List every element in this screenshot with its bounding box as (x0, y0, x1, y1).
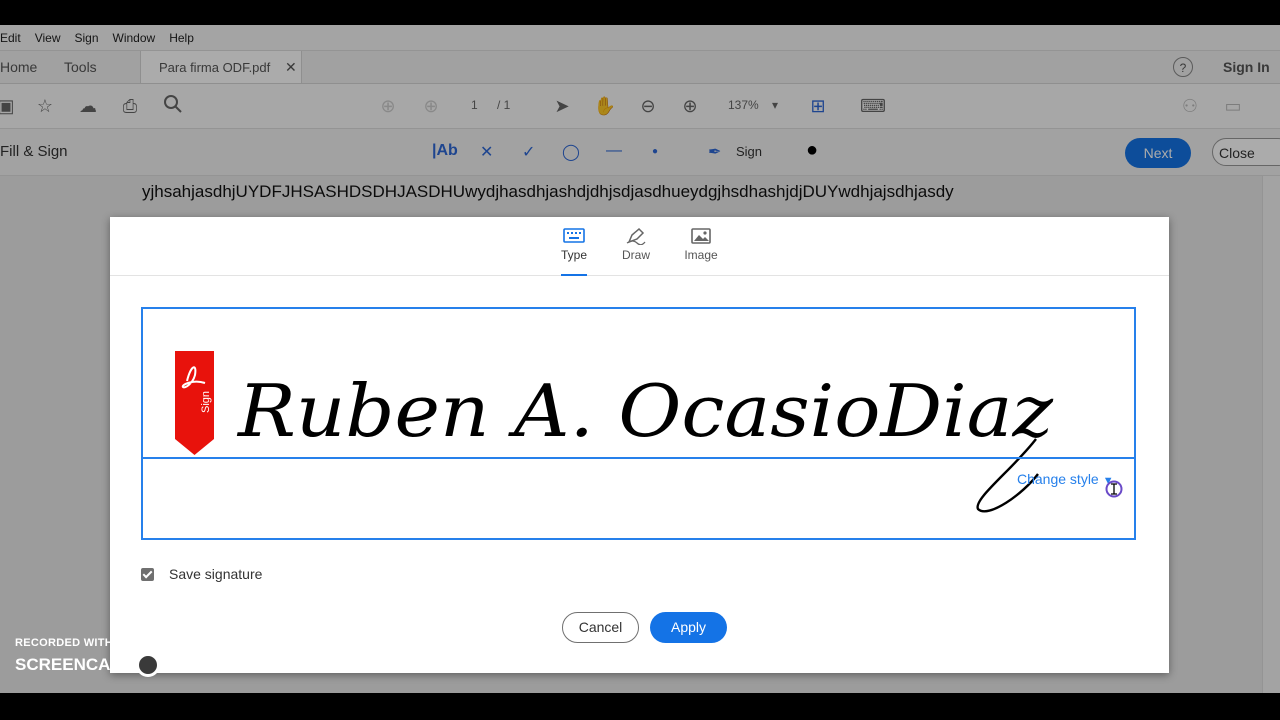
change-style-link[interactable]: Change style ▼ (1017, 471, 1114, 487)
save-signature-label: Save signature (169, 566, 263, 582)
watermark-line2: SCREENCAST MATIC (15, 653, 217, 677)
signature-text: Ruben A. OcasioDiaz (236, 369, 1054, 453)
signature-mode-tabs: Type Draw Image (110, 217, 1169, 276)
tab-type[interactable]: Type (544, 227, 604, 276)
tab-image[interactable]: Image (671, 227, 731, 262)
tab-draw-label: Draw (621, 248, 650, 262)
apply-button[interactable]: Apply (650, 612, 727, 643)
cancel-button[interactable]: Cancel (562, 612, 639, 643)
typed-signature[interactable]: Ruben A. OcasioDiaz (143, 309, 1138, 542)
screencast-watermark: RECORDED WITH SCREENCAST MATIC (15, 637, 217, 677)
signature-dialog: Type Draw Image Sign Ruben A. OcasioDiaz… (110, 217, 1169, 673)
signature-baseline (143, 457, 1134, 459)
keyboard-icon (563, 228, 585, 243)
change-style-label: Change style (1017, 471, 1099, 487)
active-tab-indicator (561, 274, 587, 276)
text-cursor-icon (1105, 480, 1123, 498)
tab-image-label: Image (684, 248, 718, 262)
screencast-logo-icon (136, 653, 161, 677)
watermark-brand-b: MATIC (164, 655, 217, 674)
save-signature-checkbox[interactable] (141, 567, 154, 581)
save-signature-row[interactable]: Save signature (141, 566, 262, 582)
tab-draw[interactable]: Draw (606, 227, 666, 262)
watermark-brand-a: SCREENCAST (15, 655, 133, 674)
signature-input-box[interactable]: Sign Ruben A. OcasioDiaz Change style ▼ (141, 307, 1136, 540)
watermark-line1: RECORDED WITH (15, 637, 114, 649)
pen-draw-icon (626, 227, 646, 245)
image-icon (691, 228, 711, 244)
tab-type-label: Type (560, 248, 587, 262)
